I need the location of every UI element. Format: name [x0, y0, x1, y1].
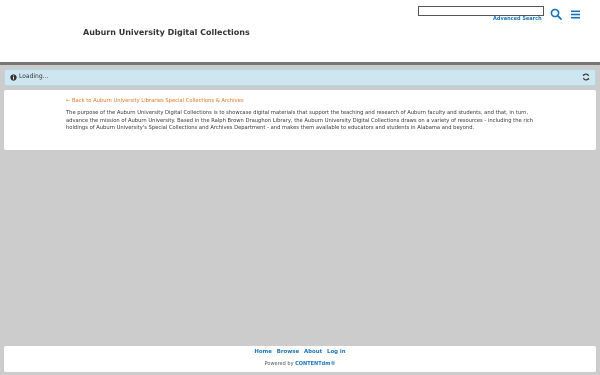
footer-link-about[interactable]: About: [304, 349, 322, 355]
site-footer: Home Browse About Log in Powered by CONT…: [4, 346, 596, 372]
back-to-special-collections-link[interactable]: ← Back to Auburn University Libraries Sp…: [66, 98, 244, 104]
powered-by: Powered by CONTENTdm®: [4, 361, 596, 367]
search-input[interactable]: [418, 6, 544, 16]
search-button[interactable]: [550, 5, 562, 20]
footer-link-home[interactable]: Home: [254, 349, 272, 355]
footer-link-login[interactable]: Log in: [327, 349, 346, 355]
search-icon: [550, 8, 562, 20]
menu-button[interactable]: [570, 5, 581, 19]
advanced-search-link[interactable]: Advanced Search: [493, 16, 542, 22]
site-title: Auburn University Digital Collections: [83, 28, 250, 37]
header-divider: [0, 62, 600, 65]
site-header: Auburn University Digital Collections Ad…: [0, 0, 600, 62]
hamburger-menu-icon: [571, 10, 580, 19]
contentdm-brand-link[interactable]: CONTENTdm®: [295, 361, 335, 367]
footer-link-browse[interactable]: Browse: [277, 349, 299, 355]
collection-intro-card: ← Back to Auburn University Libraries Sp…: [4, 90, 596, 150]
loading-text: Loading...: [19, 73, 49, 80]
loading-banner: Loading...: [4, 69, 596, 86]
powered-by-label: Powered by: [264, 361, 294, 367]
footer-nav: Home Browse About Log in: [4, 349, 596, 355]
refresh-icon[interactable]: [582, 73, 590, 81]
info-icon: [10, 74, 17, 81]
collection-description: The purpose of the Auburn University Dig…: [66, 110, 534, 132]
